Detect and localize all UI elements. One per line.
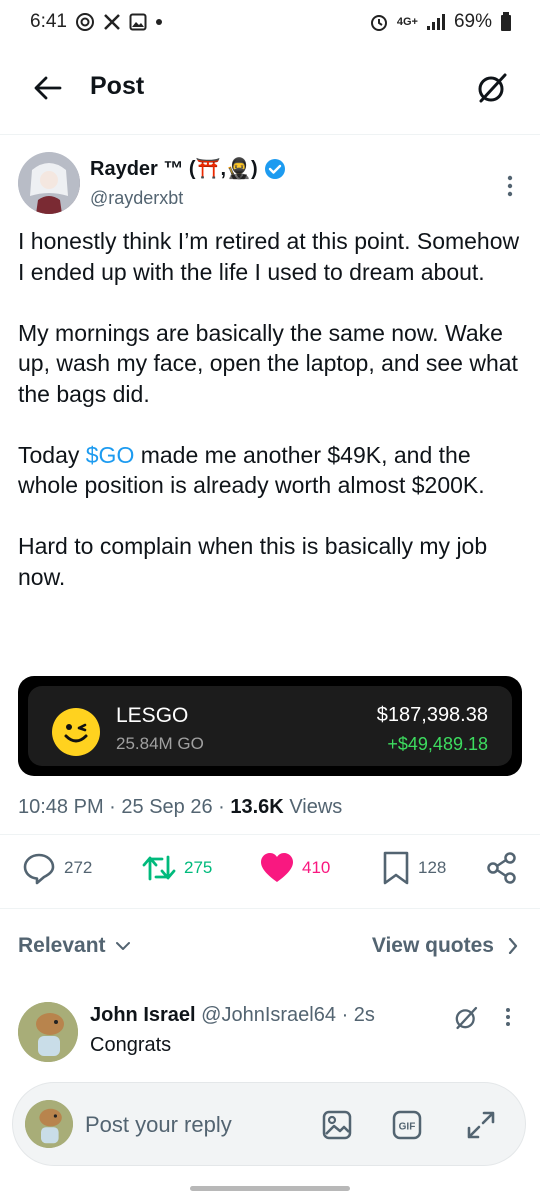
view-quotes-link[interactable]: View quotes — [372, 934, 518, 958]
more-vertical-icon — [506, 1008, 510, 1026]
share-button[interactable] — [486, 848, 518, 888]
author-handle[interactable]: @rayderxbt — [90, 188, 183, 209]
gif-icon: GIF — [392, 1110, 422, 1140]
reply-grok-button[interactable] — [452, 1004, 480, 1032]
status-bar: 6:41 4G+ 69% — [0, 0, 540, 44]
reply-input[interactable] — [85, 1105, 295, 1145]
replies-sort-row: Relevant View quotes — [0, 928, 540, 968]
reply-text: Congrats — [90, 1034, 172, 1056]
status-time: 6:41 — [30, 11, 67, 32]
views-count[interactable]: 13.6K — [230, 796, 283, 818]
repost-count: 275 — [184, 858, 213, 877]
grok-icon — [455, 1006, 478, 1030]
tweet-paragraph: Today $GO made me another $49K, and the … — [18, 440, 526, 501]
page-title: Post — [90, 72, 145, 100]
battery-icon — [500, 12, 512, 32]
view-quotes-label: View quotes — [371, 934, 494, 957]
like-count: 410 — [302, 858, 331, 877]
token-amount: 25.84M GO — [116, 734, 204, 753]
position-gain: +$49,489.18 — [387, 734, 488, 754]
bookmark-button[interactable]: 128 — [382, 848, 446, 888]
grok-button[interactable] — [474, 70, 510, 106]
tweet-date: 25 Sep 26 — [121, 796, 213, 818]
views-label: Views — [289, 796, 343, 818]
reply-time: · 2s — [341, 1004, 375, 1026]
dot-icon — [155, 18, 163, 26]
tweet-time: 10:48 PM — [18, 796, 104, 818]
add-gif-button[interactable]: GIF — [391, 1109, 423, 1141]
battery-label: 69% — [453, 11, 492, 32]
tweet-actions: 272 275 410 128 — [0, 848, 540, 888]
tweet-meta: 10:48 PM · 25 Sep 26 · 13.6K Views — [18, 796, 343, 818]
reply-header: John Israel @JohnIsrael64 · 2s — [90, 1004, 375, 1027]
token-name: LESGO — [116, 704, 189, 727]
reply-count: 272 — [64, 858, 93, 877]
chevron-down-icon — [115, 942, 130, 950]
home-indicator[interactable] — [190, 1186, 350, 1191]
signal-icon — [426, 13, 446, 31]
image-icon — [322, 1110, 352, 1140]
meta-divider — [0, 834, 540, 835]
my-avatar — [25, 1100, 73, 1148]
add-media-button[interactable] — [321, 1109, 353, 1141]
repost-icon — [142, 855, 176, 881]
repost-button[interactable]: 275 — [142, 848, 212, 888]
more-vertical-icon — [507, 175, 513, 197]
back-button[interactable] — [32, 72, 64, 104]
token-logo-icon — [52, 708, 100, 756]
tweet-paragraph: My mornings are basically the same now. … — [18, 319, 518, 407]
portfolio-card-inner: LESGO 25.84M GO $187,398.38 +$49,489.18 — [28, 686, 512, 766]
verified-badge-icon — [264, 158, 286, 180]
sort-label: Relevant — [18, 934, 106, 957]
tweet-author: Rayder ™ (⛩️,🥷) @rayderxbt — [18, 152, 528, 216]
reply-more-button[interactable] — [500, 1006, 516, 1028]
more-options-button[interactable] — [500, 174, 520, 198]
reply-item[interactable]: John Israel @JohnIsrael64 · 2s Congrats — [18, 1000, 528, 1070]
reply-author-handle[interactable]: @JohnIsrael64 — [201, 1004, 336, 1026]
tweet-text: I honestly think I’m retired at this poi… — [18, 226, 526, 623]
network-label: 4G+ — [396, 16, 418, 28]
position-value: $187,398.38 — [376, 704, 488, 726]
author-name[interactable]: Rayder ™ (⛩️,🥷) — [90, 156, 258, 181]
text-segment: Today — [18, 441, 86, 468]
author-name-row[interactable]: Rayder ™ (⛩️,🥷) — [90, 156, 286, 181]
reply-button[interactable]: 272 — [22, 848, 92, 888]
grok-icon — [478, 73, 507, 103]
reply-composer: GIF — [12, 1082, 526, 1166]
reply-icon — [23, 853, 55, 885]
bookmark-icon — [383, 851, 409, 885]
author-avatar[interactable] — [18, 152, 80, 214]
expand-icon — [467, 1111, 495, 1139]
reply-author-name[interactable]: John Israel — [90, 1004, 196, 1026]
status-right: 4G+ 69% — [369, 11, 512, 33]
cashtag-link[interactable]: $GO — [86, 442, 135, 468]
back-arrow-icon — [34, 76, 62, 100]
expand-composer-button[interactable] — [465, 1109, 497, 1141]
tweet-paragraph: Hard to complain when this is basically … — [18, 533, 488, 590]
reply-avatar[interactable] — [18, 1002, 78, 1062]
heart-filled-icon — [261, 853, 293, 882]
at-icon — [75, 12, 95, 32]
app-header: Post — [0, 58, 540, 118]
like-button[interactable]: 410 — [260, 848, 330, 888]
actions-divider — [0, 908, 540, 909]
chevron-right-icon — [508, 938, 518, 954]
status-left: 6:41 — [30, 11, 163, 33]
share-icon — [487, 852, 516, 884]
portfolio-card[interactable]: LESGO 25.84M GO $187,398.38 +$49,489.18 — [18, 676, 522, 776]
tweet-paragraph: I honestly think I’m retired at this poi… — [18, 228, 520, 285]
alarm-icon — [369, 12, 389, 32]
header-divider — [0, 134, 540, 135]
gallery-icon — [129, 13, 147, 31]
bookmark-count: 128 — [418, 858, 447, 877]
svg-text:GIF: GIF — [399, 1122, 416, 1133]
sort-dropdown[interactable]: Relevant — [18, 934, 130, 958]
x-logo-icon — [103, 13, 121, 31]
